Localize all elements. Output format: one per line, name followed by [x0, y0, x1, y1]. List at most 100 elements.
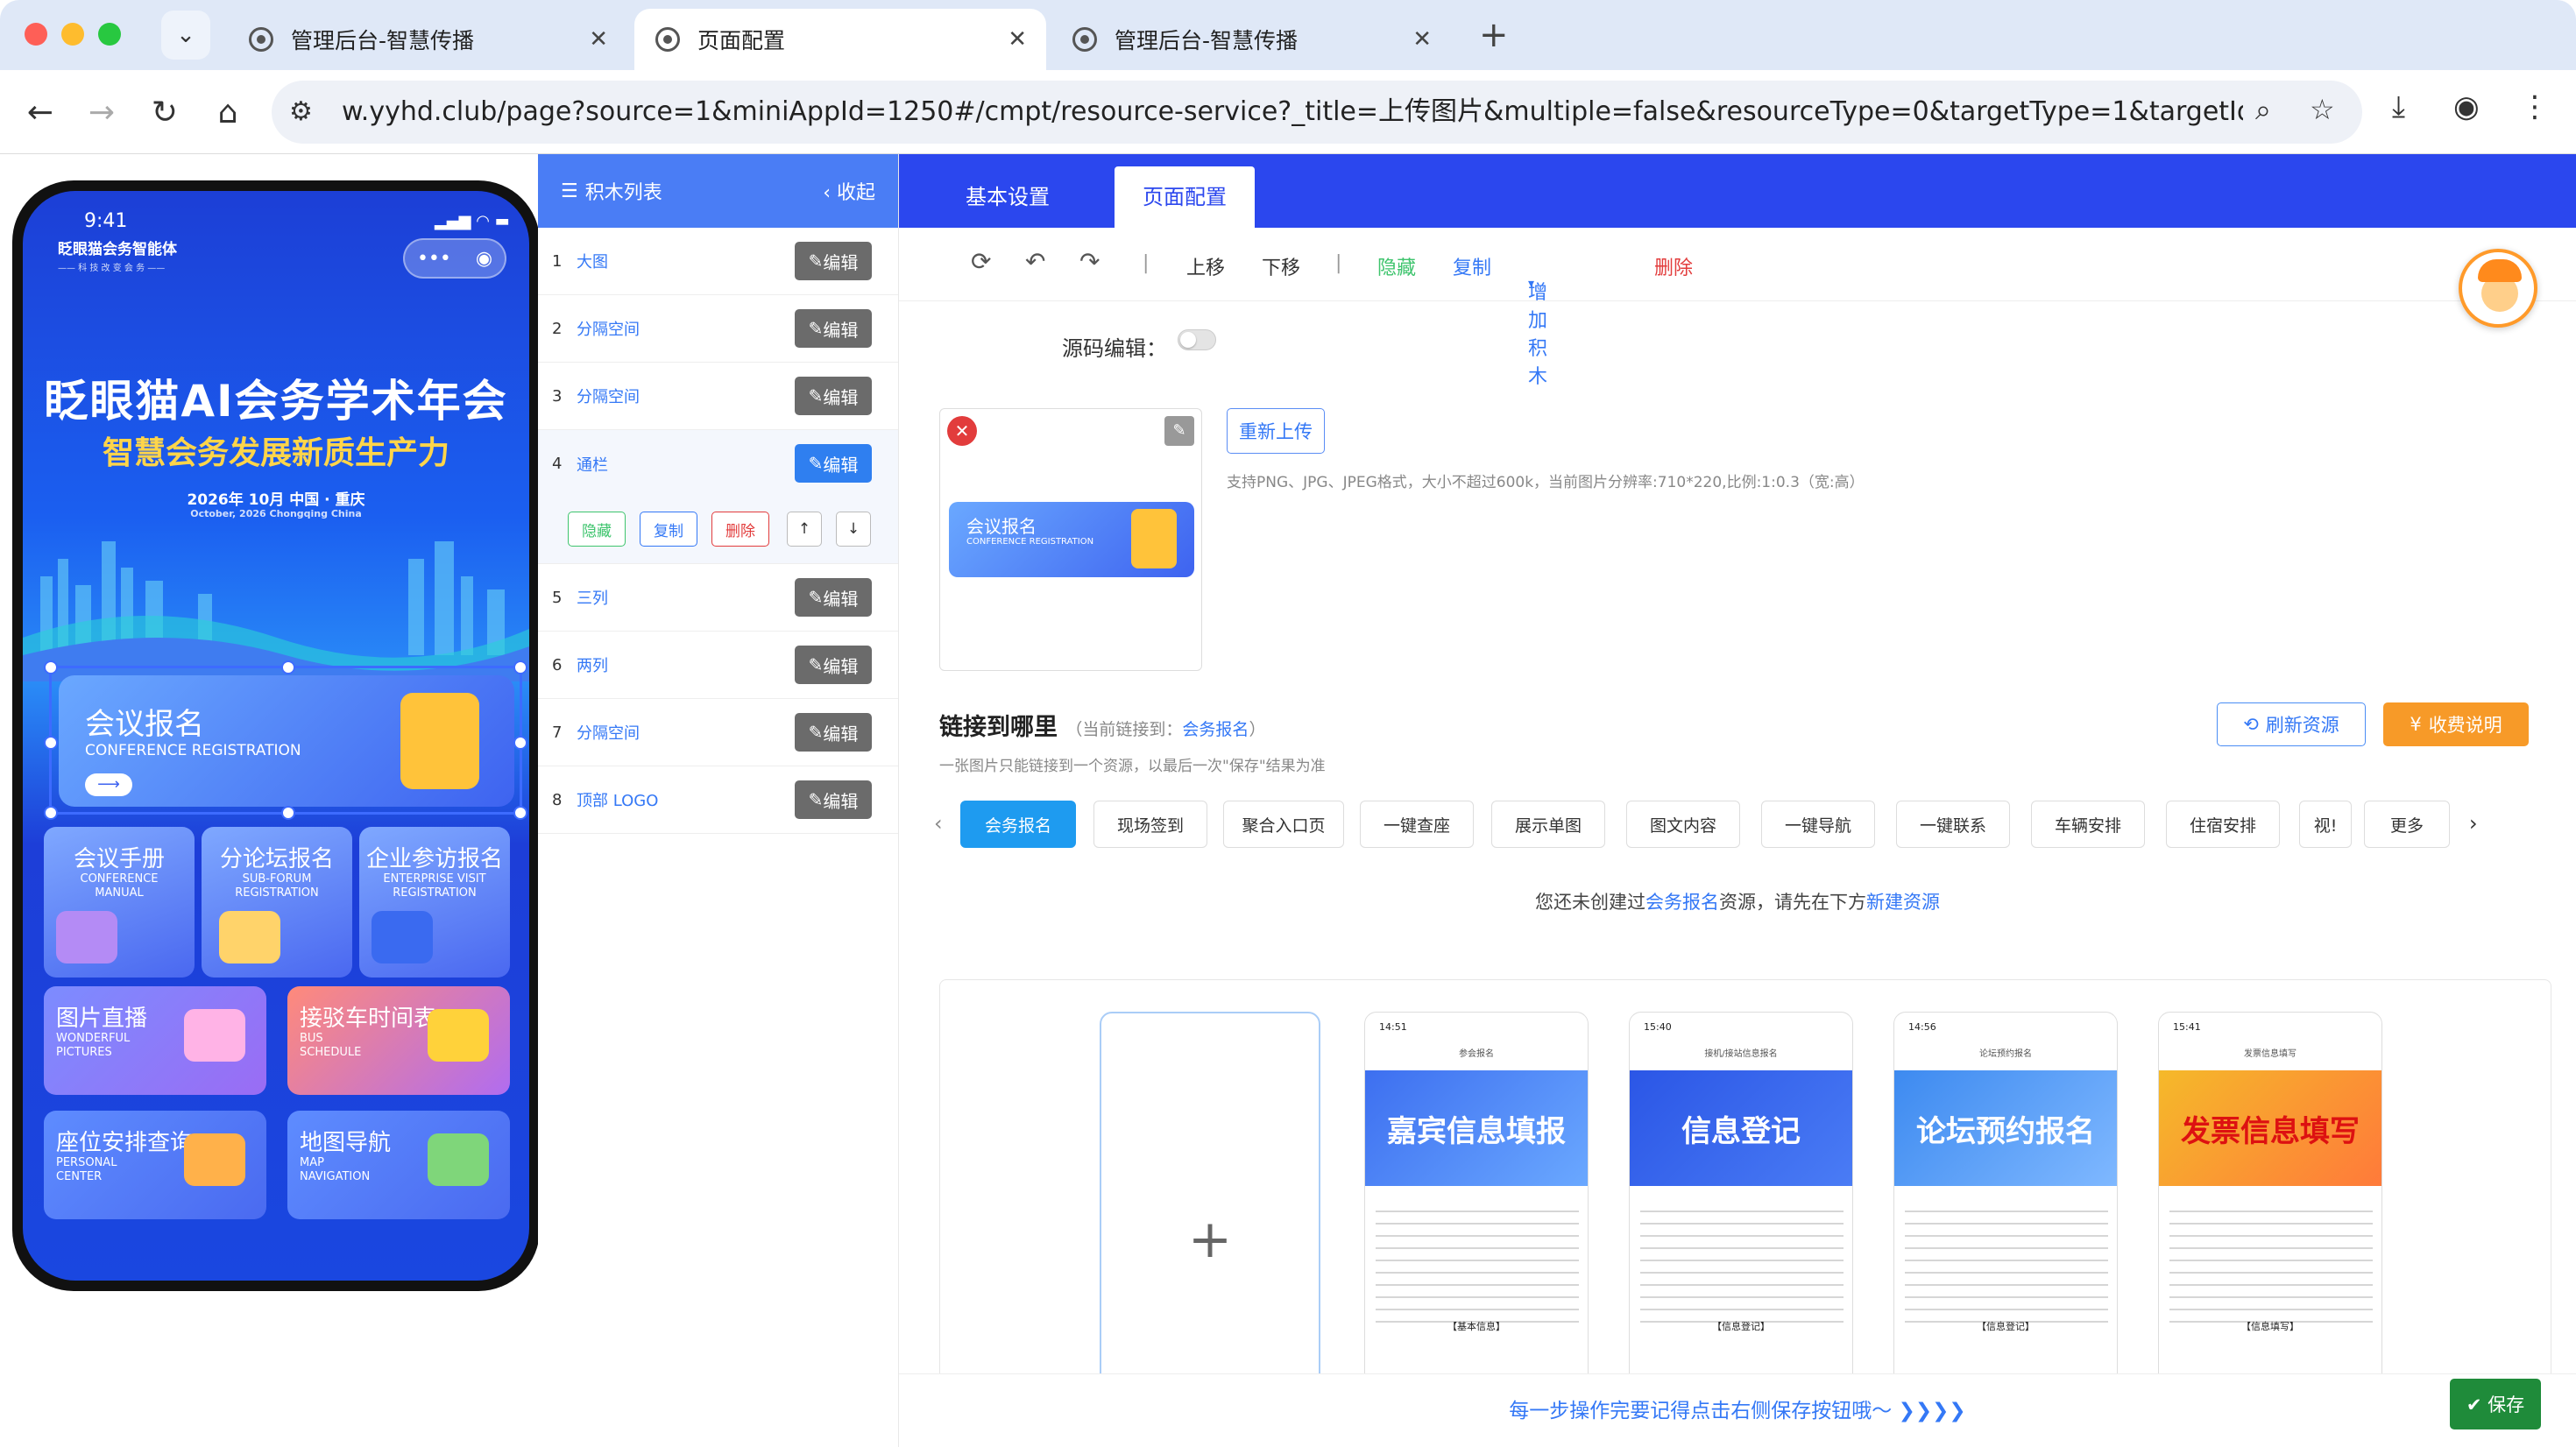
block-item[interactable]: 2 分隔空间 ✎ 编辑 — [538, 295, 898, 363]
back-arrow-icon[interactable]: ← — [18, 89, 63, 135]
edit-button[interactable]: ✎ 编辑 — [795, 377, 872, 415]
close-tab-icon[interactable]: ✕ — [1008, 26, 1027, 53]
maximize-window-button[interactable] — [98, 23, 121, 46]
tile-conference-manual[interactable]: 会议手册 CONFERENCE MANUAL — [44, 827, 195, 978]
block-name[interactable]: 大图 — [577, 250, 608, 272]
download-icon[interactable]: ⤓ — [2392, 89, 2405, 124]
new-resource-link[interactable]: 新建资源 — [1866, 892, 1940, 913]
home-icon[interactable]: ⌂ — [205, 89, 251, 135]
redo-icon[interactable]: ↷ — [1079, 247, 1100, 276]
profile-icon[interactable]: ◉ — [2453, 89, 2480, 124]
chevron-right-icon[interactable]: › — [2469, 811, 2478, 836]
edit-button[interactable]: ✎ 编辑 — [795, 444, 872, 483]
reupload-button[interactable]: 重新上传 — [1227, 408, 1325, 454]
block-item[interactable]: 7 分隔空间 ✎ 编辑 — [538, 699, 898, 766]
edit-button[interactable]: ✎ 编辑 — [795, 713, 872, 752]
block-item[interactable]: 5 三列 ✎ 编辑 — [538, 564, 898, 632]
refresh-icon[interactable]: ⟳ — [971, 247, 991, 276]
edit-button[interactable]: ✎ 编辑 — [795, 578, 872, 617]
notice-resource-link[interactable]: 会务报名 — [1645, 892, 1719, 913]
delete-button[interactable]: 删除 — [1654, 252, 1693, 280]
resize-handle[interactable] — [513, 806, 527, 820]
chip-rich-content[interactable]: 图文内容 — [1626, 801, 1740, 848]
resize-handle[interactable] — [281, 806, 295, 820]
chip-video[interactable]: 视! — [2299, 801, 2352, 848]
tab-1[interactable]: 管理后台-智慧传播 ✕ — [228, 9, 627, 70]
source-edit-toggle[interactable] — [1178, 329, 1216, 350]
chip-registration[interactable]: 会务报名 — [960, 801, 1076, 848]
tile-sub-forum[interactable]: 分论坛报名 SUB-FORUM REGISTRATION — [202, 827, 352, 978]
chip-contact[interactable]: 一键联系 — [1896, 801, 2010, 848]
resize-handle[interactable] — [281, 660, 295, 674]
tile-seat-query[interactable]: 座位安排查询 PERSONAL CENTER — [44, 1111, 266, 1219]
delete-button[interactable]: 删除 — [711, 512, 769, 547]
tile-bus-schedule[interactable]: 接驳车时间表 BUS SCHEDULE — [287, 986, 510, 1095]
block-name[interactable]: 分隔空间 — [577, 721, 640, 744]
bookmark-star-icon[interactable]: ☆ — [2310, 93, 2335, 126]
move-up-button[interactable]: 上移 — [1186, 252, 1225, 280]
chip-checkin[interactable]: 现场签到 — [1093, 801, 1207, 848]
tab-search-chevron-icon[interactable]: ⌄ — [161, 11, 210, 60]
tile-enterprise-visit[interactable]: 企业参访报名 ENTERPRISE VISIT REGISTRATION — [359, 827, 510, 978]
block-name[interactable]: 两列 — [577, 653, 608, 676]
fee-info-button[interactable]: ¥ 收费说明 — [2383, 702, 2529, 746]
block-name[interactable]: 通栏 — [577, 453, 608, 476]
hide-button[interactable]: 隐藏 — [568, 512, 626, 547]
block-item[interactable]: 6 两列 ✎ 编辑 — [538, 632, 898, 699]
tab-basic-settings[interactable]: 基本设置 — [938, 166, 1078, 228]
resize-handle[interactable] — [513, 736, 527, 750]
tab-page-config[interactable]: 页面配置 — [1115, 166, 1255, 228]
edit-image-icon[interactable]: ✎ — [1164, 416, 1194, 446]
copy-button[interactable]: 复制 — [640, 512, 697, 547]
edit-button[interactable]: ✎ 编辑 — [795, 309, 872, 348]
link-current-value[interactable]: 会务报名 — [1182, 720, 1249, 739]
resize-handle[interactable] — [513, 660, 527, 674]
block-name[interactable]: 三列 — [577, 586, 608, 609]
close-tab-icon[interactable]: ✕ — [589, 26, 608, 53]
site-settings-icon[interactable]: ⚙ — [289, 96, 313, 127]
forward-arrow-icon[interactable]: → — [79, 89, 124, 135]
chip-vehicle[interactable]: 车辆安排 — [2031, 801, 2145, 848]
reload-icon[interactable]: ↻ — [142, 89, 188, 135]
refresh-resources-button[interactable]: ⟲ 刷新资源 — [2217, 702, 2366, 746]
block-name[interactable]: 分隔空间 — [577, 385, 640, 407]
undo-icon[interactable]: ↶ — [1025, 247, 1045, 276]
chip-hotel[interactable]: 住宿安排 — [2166, 801, 2280, 848]
tab-3[interactable]: 管理后台-智慧传播 ✕ — [1051, 9, 1451, 70]
collapse-button[interactable]: ‹ 收起 — [823, 177, 875, 205]
resize-handle[interactable] — [44, 736, 58, 750]
resize-handle[interactable] — [44, 806, 58, 820]
chip-entry[interactable]: 聚合入口页 — [1223, 801, 1344, 848]
move-down-icon[interactable]: ↓ — [836, 512, 871, 547]
assistant-avatar[interactable] — [2459, 249, 2537, 328]
block-item[interactable]: 8 顶部 LOGO ✎ 编辑 — [538, 766, 898, 834]
edit-button[interactable]: ✎ 编辑 — [795, 242, 872, 280]
edit-button[interactable]: ✎ 编辑 — [795, 780, 872, 819]
close-tab-icon[interactable]: ✕ — [1412, 26, 1432, 53]
move-down-button[interactable]: 下移 — [1262, 252, 1300, 280]
chip-more[interactable]: 更多 — [2364, 801, 2450, 848]
tile-picture-live[interactable]: 图片直播 WONDERFUL PICTURES — [44, 986, 266, 1095]
zoom-icon[interactable]: ⌕ — [2255, 93, 2271, 127]
chip-seat[interactable]: 一键查座 — [1360, 801, 1474, 848]
menu-kebab-icon[interactable]: ⋮ — [2520, 89, 2550, 124]
url-text[interactable]: w.yyhd.club/page?source=1&miniAppId=1250… — [342, 81, 2243, 144]
new-tab-button[interactable]: + — [1479, 12, 1509, 58]
close-window-button[interactable] — [25, 23, 47, 46]
block-name[interactable]: 顶部 LOGO — [577, 788, 658, 811]
block-item[interactable]: 1 大图 ✎ 编辑 — [538, 228, 898, 295]
save-button[interactable]: ✔ 保存 — [2450, 1379, 2541, 1429]
selected-banner-block[interactable]: 会议报名 CONFERENCE REGISTRATION ⟶ — [44, 660, 527, 820]
miniapp-capsule[interactable]: ••• ◉ — [403, 238, 506, 279]
block-item-active[interactable]: 4 通栏 ✎ 编辑 — [538, 430, 898, 498]
tile-map-navigation[interactable]: 地图导航 MAP NAVIGATION — [287, 1111, 510, 1219]
block-item[interactable]: 3 分隔空间 ✎ 编辑 — [538, 363, 898, 430]
close-circle-icon[interactable]: ◉ — [476, 248, 492, 270]
tab-2[interactable]: 页面配置 ✕ — [634, 9, 1046, 70]
chip-single-image[interactable]: 展示单图 — [1491, 801, 1605, 848]
conference-registration-banner[interactable]: 会议报名 CONFERENCE REGISTRATION ⟶ — [59, 675, 514, 807]
copy-button[interactable]: 复制 — [1453, 252, 1491, 280]
chevron-left-icon[interactable]: ‹ — [934, 811, 943, 836]
resize-handle[interactable] — [44, 660, 58, 674]
more-dots-icon[interactable]: ••• — [417, 248, 451, 270]
